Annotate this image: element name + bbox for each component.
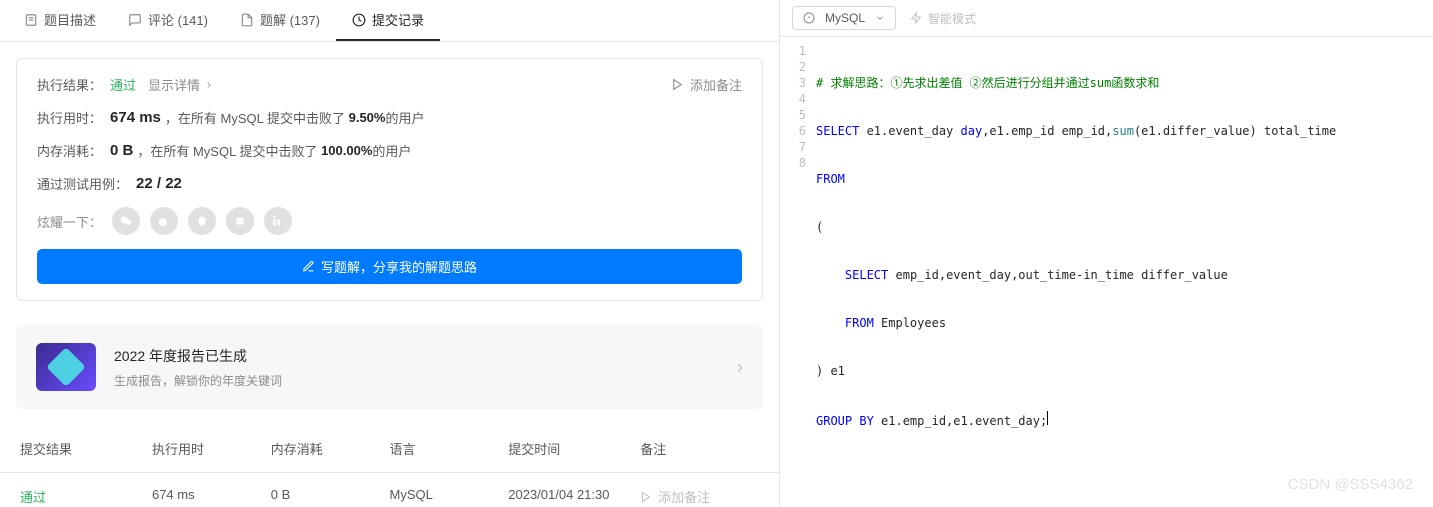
col-lang: 语言 xyxy=(390,439,509,458)
row-submit-time: 2023/01/04 21:30 xyxy=(508,487,640,506)
description-icon xyxy=(24,13,38,27)
solutions-icon xyxy=(240,13,254,27)
tab-submissions-label: 提交记录 xyxy=(372,10,424,29)
add-note-button[interactable]: 添加备注 xyxy=(671,75,742,94)
douban-icon[interactable] xyxy=(226,207,254,235)
smart-mode-label: 智能模式 xyxy=(928,10,976,27)
table-row[interactable]: 通过 674 ms 0 B MySQL 2023/01/04 21:30 添加备… xyxy=(0,473,779,507)
mem-label: 内存消耗： xyxy=(37,141,102,160)
tab-bar: 题目描述 评论 (141) 题解 (137) 提交记录 xyxy=(0,0,779,42)
submissions-icon xyxy=(352,13,366,27)
row-result[interactable]: 通过 xyxy=(20,490,46,505)
annual-report-banner[interactable]: 2022 年度报告已生成 生成报告，解锁你的年度关键词 › xyxy=(16,325,763,409)
show-detail-link[interactable]: 显示详情 xyxy=(148,75,214,94)
banner-title: 2022 年度报告已生成 xyxy=(114,346,282,366)
col-note: 备注 xyxy=(640,439,759,458)
cases-label: 通过测试用例： xyxy=(37,174,128,193)
cases-value: 22 / 22 xyxy=(136,175,182,192)
tab-solutions-label: 题解 (137) xyxy=(260,10,320,29)
banner-subtitle: 生成报告，解锁你的年度关键词 xyxy=(114,372,282,389)
smart-mode-toggle[interactable]: 智能模式 xyxy=(910,10,976,27)
write-solution-button[interactable]: 写题解，分享我的解题思路 xyxy=(37,249,742,284)
tab-comments-label: 评论 (141) xyxy=(148,10,208,29)
chevron-down-icon xyxy=(875,13,885,23)
tab-description-label: 题目描述 xyxy=(44,10,96,29)
tab-comments[interactable]: 评论 (141) xyxy=(112,0,224,41)
tab-solutions[interactable]: 题解 (137) xyxy=(224,0,336,41)
line-gutter: 1 2 3 4 5 6 7 8 xyxy=(780,43,816,507)
exec-result-label: 执行结果： xyxy=(37,75,102,94)
exec-time-desc-pre: ，在所有 MySQL 提交中击败了 xyxy=(165,108,345,127)
write-solution-label: 写题解，分享我的解题思路 xyxy=(321,257,477,276)
result-card: 添加备注 执行结果： 通过 显示详情 执行用时： 674 ms ，在所有 MyS… xyxy=(16,58,763,301)
exec-result-status: 通过 xyxy=(110,75,136,94)
col-time: 执行用时 xyxy=(152,439,271,458)
exec-time-pct: 9.50% xyxy=(349,110,386,125)
exec-time-label: 执行用时： xyxy=(37,108,102,127)
language-label: MySQL xyxy=(825,11,865,25)
col-result: 提交结果 xyxy=(20,439,152,458)
wechat-icon[interactable] xyxy=(112,207,140,235)
row-lang: MySQL xyxy=(390,487,509,506)
mem-desc-pre: ，在所有 MySQL 提交中击败了 xyxy=(137,141,317,160)
comments-icon xyxy=(128,13,142,27)
col-submit-time: 提交时间 xyxy=(508,439,640,458)
chevron-right-icon: › xyxy=(737,357,743,378)
mem-desc-post: 的用户 xyxy=(372,141,411,160)
table-header-row: 提交结果 执行用时 内存消耗 语言 提交时间 备注 xyxy=(0,425,779,473)
row-mem: 0 B xyxy=(271,487,390,506)
watermark: CSDN @SSS4362 xyxy=(1288,476,1413,493)
language-select[interactable]: MySQL xyxy=(792,6,896,30)
weibo-icon[interactable] xyxy=(150,207,178,235)
tab-submissions[interactable]: 提交记录 xyxy=(336,0,440,41)
submission-table: 提交结果 执行用时 内存消耗 语言 提交时间 备注 通过 674 ms 0 B … xyxy=(0,425,779,507)
tab-description[interactable]: 题目描述 xyxy=(8,0,112,41)
mem-pct: 100.00% xyxy=(321,143,372,158)
banner-image xyxy=(36,343,96,391)
share-label: 炫耀一下： xyxy=(37,212,102,231)
col-mem: 内存消耗 xyxy=(271,439,390,458)
qq-icon[interactable] xyxy=(188,207,216,235)
exec-time-desc-post: 的用户 xyxy=(385,108,424,127)
mem-value: 0 B xyxy=(110,142,133,159)
add-note-label: 添加备注 xyxy=(690,75,742,94)
editor-toolbar: MySQL 智能模式 xyxy=(780,0,1433,37)
linkedin-icon[interactable] xyxy=(264,207,292,235)
row-time: 674 ms xyxy=(152,487,271,506)
row-add-note[interactable]: 添加备注 xyxy=(640,487,710,506)
exec-time-value: 674 ms xyxy=(110,109,161,126)
code-content[interactable]: # 求解思路：①先求出差值 ②然后进行分组并通过sum函数求和 SELECT e… xyxy=(816,43,1433,507)
code-editor[interactable]: 1 2 3 4 5 6 7 8 # 求解思路：①先求出差值 ②然后进行分组并通过… xyxy=(780,37,1433,507)
